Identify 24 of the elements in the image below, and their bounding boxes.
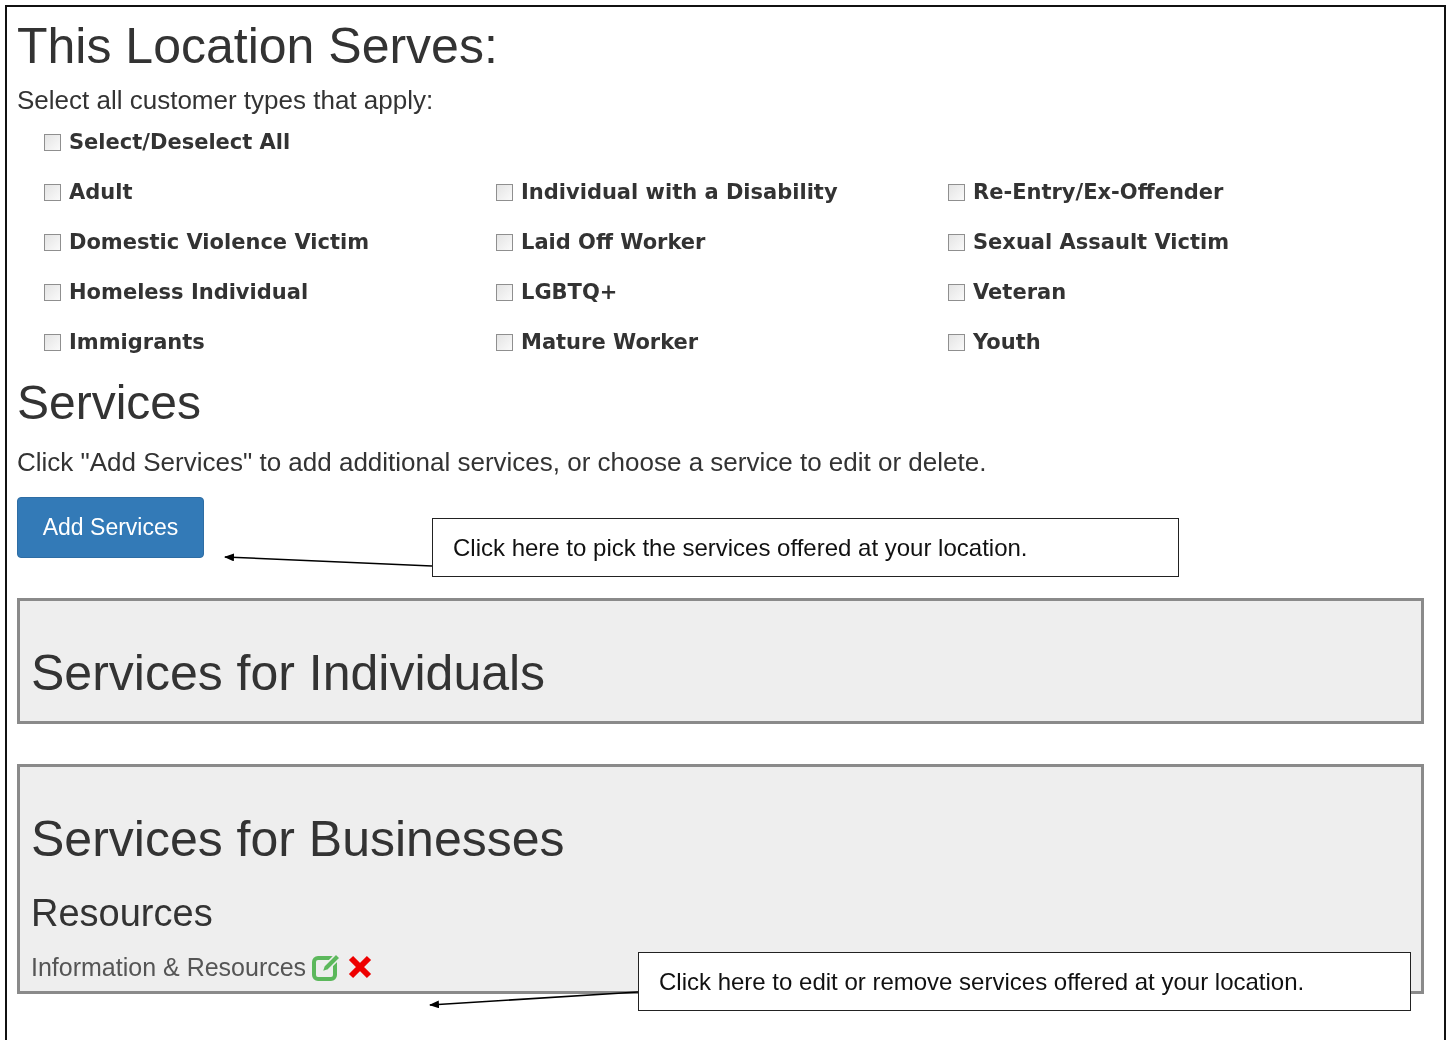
checkbox-label: Domestic Violence Victim xyxy=(69,230,370,254)
checkbox-label: Veteran xyxy=(973,280,1067,304)
instruction-text: Click "Add Services" to add additional services, or choose a service to edit or delete. xyxy=(17,446,988,479)
checkbox-label: Mature Worker xyxy=(521,330,699,354)
checkbox-label: Sexual Assault Victim xyxy=(973,230,1230,254)
callout-note: Click here to pick the services offered at your location. xyxy=(432,518,1179,577)
page-title: This Location Serves: xyxy=(17,17,499,76)
checkbox-label: LGBTQ+ xyxy=(521,280,618,304)
group-title: Resources xyxy=(31,891,214,936)
callout-note: Click here to edit or remove services offered at your location. xyxy=(638,952,1411,1011)
service-link[interactable]: Information & Resources xyxy=(31,952,307,982)
checkbox-label: Youth xyxy=(973,330,1041,354)
checkbox-label: Adult xyxy=(69,180,133,204)
add-services-button[interactable]: Add Services xyxy=(17,497,204,558)
panel-title: Services for Businesses xyxy=(31,810,566,869)
select-all-label: Select/Deselect All xyxy=(69,130,291,154)
checkbox-label: Immigrants xyxy=(69,330,205,354)
checkbox-label: Homeless Individual xyxy=(69,280,309,304)
instruction-text: Select all customer types that apply: xyxy=(17,84,435,117)
panel-title: Services for Individuals xyxy=(31,644,547,703)
checkbox-label: Re-Entry/Ex-Offender xyxy=(973,180,1224,204)
checkbox-label: Laid Off Worker xyxy=(521,230,706,254)
section-title: Services xyxy=(17,375,203,431)
checkbox-label: Individual with a Disability xyxy=(521,180,838,204)
